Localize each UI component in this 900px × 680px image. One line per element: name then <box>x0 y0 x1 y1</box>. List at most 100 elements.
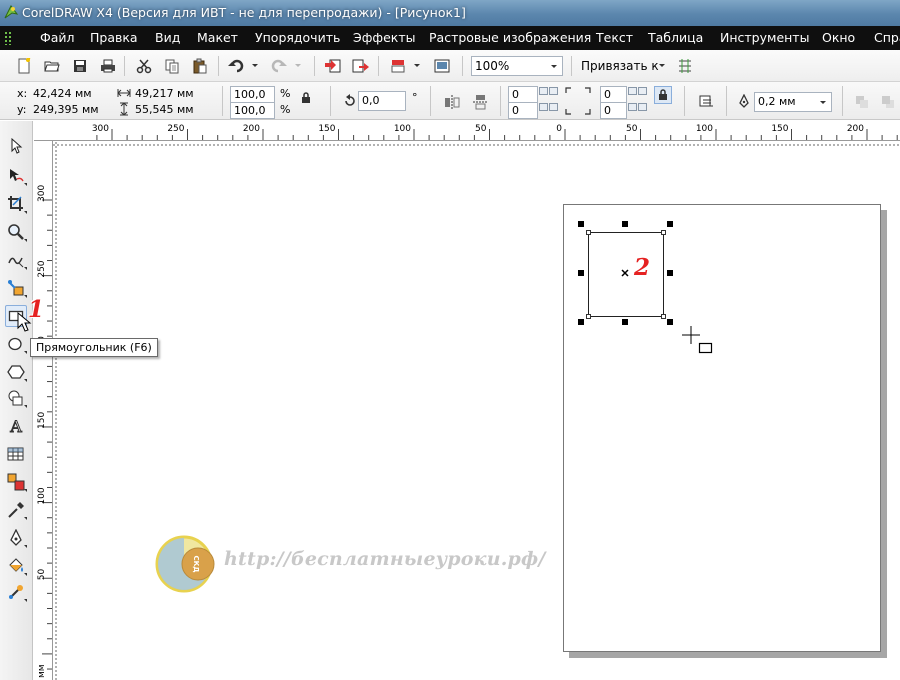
application-launcher-icon[interactable] <box>388 56 408 76</box>
export-icon[interactable] <box>350 56 370 76</box>
menu-item[interactable]: Файл <box>40 30 75 45</box>
menu-item[interactable]: Инструменты <box>720 30 809 45</box>
crop-icon <box>8 196 23 211</box>
undo-icon[interactable] <box>227 56 247 76</box>
outline-width-select[interactable]: 0,2 мм <box>754 92 832 112</box>
outline-tool[interactable] <box>5 527 27 549</box>
vertical-ruler[interactable]: 30025020015010050мм <box>34 141 53 680</box>
selection-handle-top-left[interactable] <box>578 221 584 227</box>
menu-item[interactable]: Спра <box>874 30 900 45</box>
lock-ratio-icon[interactable] <box>298 90 314 106</box>
corner-bottom-left-field[interactable]: 0 <box>508 102 538 119</box>
spin-up-icon[interactable] <box>638 87 647 95</box>
shape-tool[interactable] <box>5 165 27 187</box>
menu-item[interactable]: Правка <box>90 30 138 45</box>
polygon-tool[interactable] <box>5 361 27 383</box>
undo-dropdown-icon[interactable] <box>249 56 261 76</box>
open-folder-icon[interactable] <box>42 56 62 76</box>
zoom-tool[interactable] <box>5 221 27 243</box>
to-front-icon[interactable] <box>852 92 872 112</box>
snap-dropdown-icon[interactable] <box>658 63 666 69</box>
new-document-icon[interactable] <box>14 56 34 76</box>
wrap-text-icon[interactable] <box>697 92 717 112</box>
table-tool[interactable] <box>5 443 27 465</box>
interactive-blend-tool[interactable] <box>5 471 27 493</box>
launcher-dropdown-icon[interactable] <box>411 56 423 76</box>
paste-icon[interactable] <box>190 56 210 76</box>
spin-down-icon[interactable] <box>638 103 647 111</box>
menu-item[interactable]: Окно <box>822 30 855 45</box>
selection-handle-left[interactable] <box>578 270 584 276</box>
spin-up-icon[interactable] <box>549 87 558 95</box>
menu-item[interactable]: Макет <box>197 30 238 45</box>
corner-node[interactable] <box>586 314 591 319</box>
eyedropper-tool[interactable] <box>5 499 27 521</box>
basic-shapes-tool[interactable] <box>5 387 27 409</box>
freehand-tool[interactable] <box>5 249 27 271</box>
zoom-level-select[interactable]: 100% <box>471 56 563 76</box>
corner-top-left-field[interactable]: 0 <box>508 86 538 103</box>
coreldraw-app-icon[interactable] <box>3 4 19 20</box>
spin-up-icon[interactable] <box>539 87 548 95</box>
menu-item[interactable]: Растровые изображения <box>429 30 591 45</box>
save-icon[interactable] <box>70 56 90 76</box>
menu-item[interactable]: Упорядочить <box>255 30 340 45</box>
mirror-horizontal-icon[interactable] <box>442 92 462 112</box>
center-x-icon[interactable] <box>620 268 630 278</box>
object-width-field[interactable]: 49,217 мм <box>132 86 210 103</box>
shape-node-icon <box>10 169 24 182</box>
scale-x-field[interactable]: 100,0 <box>230 86 275 103</box>
ruler-origin[interactable] <box>34 121 53 141</box>
corner-bottom-right-field[interactable]: 0 <box>600 102 627 119</box>
toolbar-separator <box>218 56 219 76</box>
corner-node[interactable] <box>661 230 666 235</box>
welcome-screen-icon[interactable] <box>432 56 452 76</box>
corner-node[interactable] <box>586 230 591 235</box>
print-icon[interactable] <box>98 56 118 76</box>
rectangle-tool-tooltip: Прямоугольник (F6) <box>30 338 158 357</box>
corner-top-right-field[interactable]: 0 <box>600 86 627 103</box>
menubar-grip[interactable] <box>4 31 12 45</box>
corner-node[interactable] <box>661 314 666 319</box>
selection-handle-top-right[interactable] <box>667 221 673 227</box>
x-position-field[interactable]: 42,424 мм <box>30 86 110 103</box>
selection-handle-bottom[interactable] <box>622 319 628 325</box>
rotation-angle-field[interactable]: 0,0 <box>358 91 406 111</box>
ruler-label: 300 <box>92 124 109 134</box>
menu-item[interactable]: Вид <box>155 30 180 45</box>
snap-options-icon[interactable] <box>675 56 695 76</box>
spin-down-icon[interactable] <box>628 103 637 111</box>
horizontal-ruler[interactable]: 300 250 200 150 100 50 0 50 100 150 200 <box>52 121 900 141</box>
snap-to-button[interactable]: Привязать к <box>581 59 659 73</box>
spin-up-icon[interactable] <box>628 87 637 95</box>
menu-item[interactable]: Таблица <box>648 30 703 45</box>
y-position-field[interactable]: 249,395 мм <box>30 102 110 119</box>
ruler-label: 250 <box>167 124 184 134</box>
text-tool[interactable]: A <box>5 415 27 437</box>
ellipse-tool[interactable] <box>5 333 27 355</box>
import-icon[interactable] <box>323 56 343 76</box>
mirror-vertical-icon[interactable] <box>470 92 490 112</box>
menu-item[interactable]: Эффекты <box>353 30 416 45</box>
crop-tool[interactable] <box>5 193 27 215</box>
selection-handle-bottom-right[interactable] <box>667 319 673 325</box>
corner-lock-icon[interactable] <box>654 86 672 104</box>
ruler-label: 50 <box>626 124 638 134</box>
spin-down-icon[interactable] <box>549 103 558 111</box>
redo-icon[interactable] <box>268 56 288 76</box>
copy-icon[interactable] <box>162 56 182 76</box>
to-back-icon[interactable] <box>878 92 898 112</box>
redo-dropdown-icon[interactable] <box>292 56 304 76</box>
smart-fill-tool[interactable] <box>5 277 27 299</box>
pick-tool[interactable] <box>5 135 27 157</box>
scale-y-field[interactable]: 100,0 <box>230 102 275 119</box>
selection-handle-right[interactable] <box>667 270 673 276</box>
spin-down-icon[interactable] <box>539 103 548 111</box>
object-height-field[interactable]: 55,545 мм <box>132 102 210 119</box>
menu-item[interactable]: Текст <box>596 30 633 45</box>
interactive-fill-tool[interactable] <box>5 581 27 603</box>
selection-handle-top[interactable] <box>622 221 628 227</box>
fill-tool[interactable] <box>5 555 27 577</box>
selection-handle-bottom-left[interactable] <box>578 319 584 325</box>
cut-icon[interactable] <box>134 56 154 76</box>
